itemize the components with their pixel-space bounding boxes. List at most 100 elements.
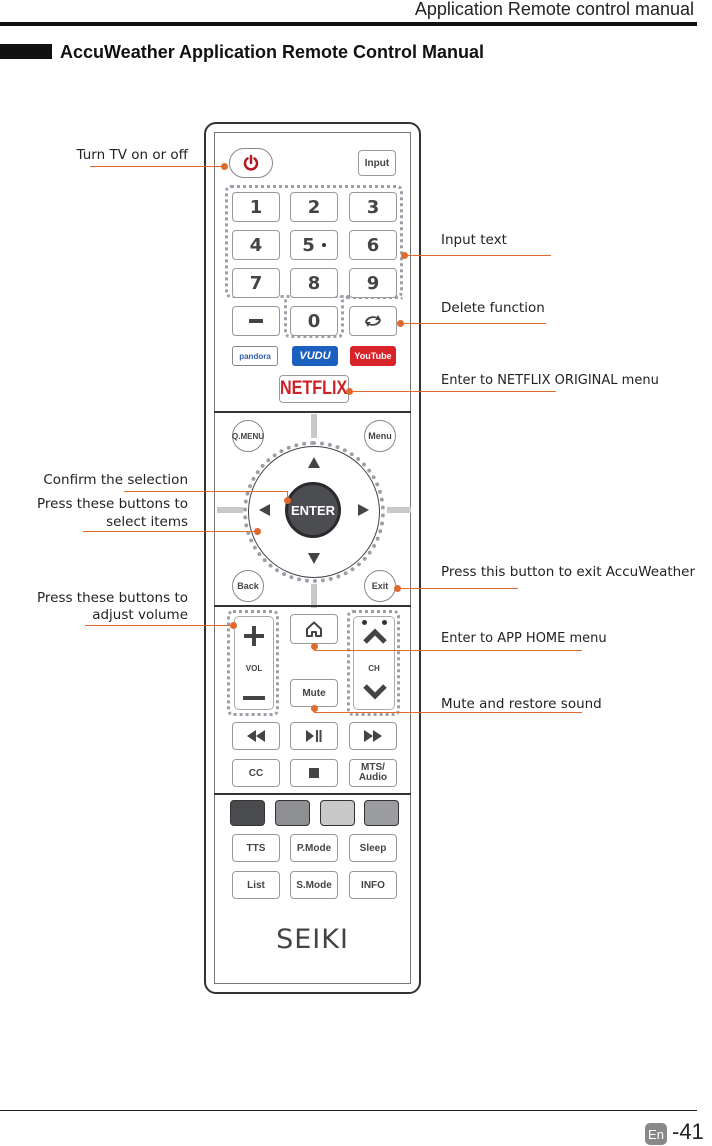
dpad-down-arrow-icon[interactable] — [308, 553, 320, 564]
annotation-volume-2: adjust volume — [92, 607, 188, 623]
footer-rule — [0, 1110, 697, 1111]
annotation-input-text: Input text — [441, 232, 507, 248]
input-button[interactable]: Input — [358, 150, 396, 176]
language-badge: En — [645, 1123, 667, 1145]
volume-up-button[interactable] — [244, 626, 264, 646]
section-title: AccuWeather Application Remote Control M… — [60, 42, 485, 62]
minus-icon — [249, 319, 263, 323]
nav-guide-top — [311, 414, 317, 438]
power-icon — [243, 154, 259, 171]
cc-button[interactable]: CC — [232, 759, 280, 787]
delete-button[interactable] — [349, 306, 397, 336]
annotation-confirm: Confirm the selection — [43, 472, 188, 488]
leader-line — [85, 625, 233, 626]
leader-line — [405, 255, 551, 256]
dpad-left-arrow-icon[interactable] — [259, 504, 270, 516]
leader-line — [314, 650, 582, 651]
volume-down-button[interactable] — [243, 693, 265, 703]
running-title: Application Remote control manual — [414, 0, 694, 19]
digit-5-button[interactable]: 5 — [290, 230, 338, 260]
leader-dot — [221, 163, 228, 170]
digit-5-label: 5 — [302, 234, 315, 256]
pandora-button[interactable]: pandora — [232, 346, 278, 366]
channel-down-button[interactable] — [363, 684, 387, 700]
leader-dot — [230, 622, 237, 629]
youtube-button[interactable]: YouTube — [350, 346, 396, 366]
enter-button[interactable]: ENTER — [285, 482, 341, 538]
digit-8-button[interactable]: 8 — [290, 268, 338, 298]
tactile-dot-icon — [321, 243, 326, 247]
section-divider — [214, 793, 411, 795]
stop-button[interactable] — [290, 759, 338, 787]
digit-9-button[interactable]: 9 — [349, 268, 397, 298]
digit-4-button[interactable]: 4 — [232, 230, 280, 260]
ch-label: CH — [368, 664, 380, 673]
section-divider — [214, 411, 411, 413]
sound-mode-button[interactable]: S.Mode — [290, 871, 338, 899]
leader-line — [124, 491, 287, 492]
netflix-button[interactable]: NETFLIX — [279, 375, 349, 403]
minus-icon — [243, 696, 265, 700]
swap-arrows-icon — [365, 315, 381, 327]
page-number: -41 — [672, 1119, 704, 1144]
leader-line — [90, 166, 224, 167]
digit-2-button[interactable]: 2 — [290, 192, 338, 222]
leader-line — [401, 323, 546, 324]
rewind-icon — [247, 730, 265, 742]
chevron-up-icon — [363, 628, 387, 644]
annotation-exit: Press this button to exit AccuWeather — [441, 564, 696, 580]
mts-audio-button[interactable]: MTS/ Audio — [349, 759, 397, 787]
qmenu-button[interactable]: Q.MENU — [232, 420, 264, 452]
annotation-mute: Mute and restore sound — [441, 696, 602, 712]
list-button[interactable]: List — [232, 871, 280, 899]
info-button[interactable]: INFO — [349, 871, 397, 899]
netflix-logo: NETFLIX — [280, 378, 348, 399]
digit-6-button[interactable]: 6 — [349, 230, 397, 260]
annotation-select-1: Press these buttons to — [36, 496, 188, 512]
color-key-4[interactable] — [364, 800, 399, 826]
play-pause-icon — [306, 730, 322, 742]
mute-button[interactable]: Mute — [290, 679, 338, 707]
digit-7-button[interactable]: 7 — [232, 268, 280, 298]
home-button[interactable] — [290, 614, 338, 644]
brand-logo: SEIKI — [276, 924, 349, 955]
dpad-up-arrow-icon[interactable] — [308, 457, 320, 468]
header-rule — [0, 22, 697, 26]
annotation-select-2: select items — [106, 514, 188, 530]
digit-1-button[interactable]: 1 — [232, 192, 280, 222]
annotation-delete: Delete function — [441, 300, 545, 316]
exit-button[interactable]: Exit — [364, 570, 396, 602]
channel-up-button[interactable] — [363, 628, 387, 644]
vudu-button[interactable]: VUDU — [292, 346, 338, 366]
annotation-home: Enter to APP HOME menu — [441, 631, 607, 646]
dash-button[interactable] — [232, 306, 280, 336]
home-icon — [306, 621, 322, 637]
annotation-power: Turn TV on or off — [76, 147, 188, 163]
leader-dot — [254, 528, 261, 535]
fast-forward-button[interactable] — [349, 722, 397, 750]
picture-mode-button[interactable]: P.Mode — [290, 834, 338, 862]
color-key-1[interactable] — [230, 800, 265, 826]
menu-button[interactable]: Menu — [364, 420, 396, 452]
back-button[interactable]: Back — [232, 570, 264, 602]
section-divider — [214, 605, 411, 607]
color-key-2[interactable] — [275, 800, 310, 826]
leader-line — [314, 712, 582, 713]
color-key-3[interactable] — [320, 800, 355, 826]
tactile-dot-icon — [362, 620, 367, 625]
chevron-down-icon — [363, 684, 387, 700]
play-pause-button[interactable] — [290, 722, 338, 750]
dpad-right-arrow-icon[interactable] — [358, 504, 369, 516]
leader-line — [398, 588, 518, 589]
digit-0-button[interactable]: 0 — [290, 306, 338, 336]
nav-guide-right — [387, 507, 411, 513]
tts-button[interactable]: TTS — [232, 834, 280, 862]
annotation-netflix: Enter to NETFLIX ORIGINAL menu — [441, 373, 659, 388]
section-marker — [0, 44, 52, 59]
rewind-button[interactable] — [232, 722, 280, 750]
power-button[interactable] — [229, 148, 273, 178]
leader-line — [350, 391, 556, 392]
sleep-button[interactable]: Sleep — [349, 834, 397, 862]
audio-label: Audio — [358, 772, 388, 783]
digit-3-button[interactable]: 3 — [349, 192, 397, 222]
